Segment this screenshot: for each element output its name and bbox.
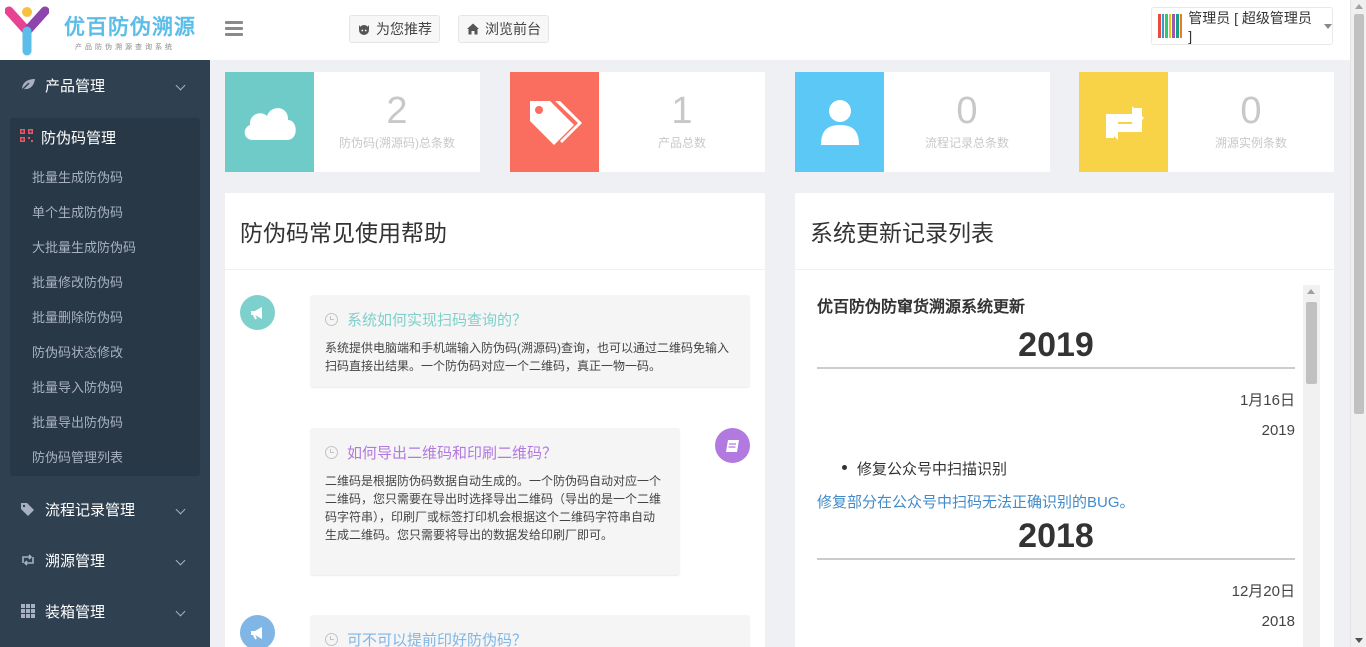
sidebar-item-anticounterfeit[interactable]: 防伪码管理 bbox=[10, 118, 200, 156]
retweet-icon bbox=[1079, 72, 1168, 172]
stat-value: 0 bbox=[1240, 90, 1262, 132]
clock-icon bbox=[325, 446, 338, 459]
stat-label: 溯源实例条数 bbox=[1214, 136, 1287, 150]
recommend-button[interactable]: 为您推荐 bbox=[349, 15, 440, 43]
clock-icon bbox=[325, 313, 338, 326]
megaphone-icon bbox=[240, 615, 275, 647]
submenu-batch-export[interactable]: 批量导出防伪码 bbox=[32, 412, 123, 431]
update-list-item: 修复公众号中扫描识别 bbox=[817, 458, 1295, 479]
sidebar-item-traceability[interactable]: 溯源管理 bbox=[0, 535, 210, 585]
scroll-down-icon[interactable] bbox=[1355, 638, 1363, 643]
menu-toggle-icon[interactable] bbox=[225, 21, 243, 37]
sidebar-item-label: 流程记录管理 bbox=[45, 501, 136, 519]
github-icon bbox=[359, 25, 369, 35]
chevron-down-icon bbox=[175, 555, 186, 566]
scroll-up-icon[interactable] bbox=[1355, 4, 1363, 9]
faq-question-text: 系统如何实现扫码查询的？ bbox=[347, 312, 528, 329]
update-log-panel: 系统更新记录列表 优百防伪防窜货溯源系统更新 2019 1月16日 2019 修… bbox=[795, 193, 1334, 647]
submenu-single-generate[interactable]: 单个生成防伪码 bbox=[32, 202, 123, 221]
stat-label: 产品总数 bbox=[657, 136, 706, 150]
faq-item: 系统如何实现扫码查询的？ 系统提供电脑端和手机端输入防伪码(溯源码)查询，也可以… bbox=[310, 295, 750, 387]
faq-question[interactable]: 系统如何实现扫码查询的？ bbox=[325, 309, 735, 330]
scroll-up-icon[interactable] bbox=[1307, 289, 1315, 294]
faq-answer: 系统提供电脑端和手机端输入防伪码(溯源码)查询，也可以通过二维码免输入扫码直接出… bbox=[325, 341, 729, 373]
submenu-batch-import[interactable]: 批量导入防伪码 bbox=[32, 377, 123, 396]
logo[interactable]: 优百防伪溯源 产品防伪溯源查询系统 bbox=[0, 0, 210, 60]
user-label: 管理员 [ 超级管理员 ] bbox=[1188, 10, 1312, 44]
grid-icon bbox=[20, 603, 36, 619]
sidebar-item-process-records[interactable]: 流程记录管理 bbox=[0, 484, 210, 534]
logo-subtitle: 产品防伪溯源查询系统 bbox=[75, 44, 175, 51]
browse-frontend-button[interactable]: 浏览前台 bbox=[458, 15, 549, 43]
stat-value: 2 bbox=[386, 90, 408, 132]
submenu-code-list[interactable]: 防伪码管理列表 bbox=[32, 447, 123, 466]
stat-card-products: 1 产品总数 bbox=[510, 72, 765, 172]
faq-question[interactable]: 如何导出二维码和印刷二维码？ bbox=[325, 442, 665, 463]
chevron-down-icon bbox=[175, 80, 186, 91]
stat-label: 防伪码(溯源码)总条数 bbox=[339, 136, 455, 150]
update-link[interactable]: 修复部分在公众号中扫码无法正确识别的BUG。 bbox=[817, 491, 1295, 512]
faq-item: 可不可以提前印好防伪码？ bbox=[310, 615, 750, 647]
sidebar-item-label: 装箱管理 bbox=[45, 603, 106, 621]
chevron-down-icon bbox=[175, 504, 186, 515]
page-scrollbar[interactable] bbox=[1350, 0, 1366, 647]
chevron-down-icon bbox=[175, 606, 186, 617]
tags-icon bbox=[20, 501, 36, 517]
update-date: 1月16日 bbox=[1239, 392, 1295, 409]
sidebar-item-label: 溯源管理 bbox=[45, 552, 106, 570]
update-year: 2018 bbox=[817, 518, 1295, 560]
stat-card-trace-instances: 0 溯源实例条数 bbox=[1079, 72, 1334, 172]
avatar bbox=[1158, 14, 1183, 38]
sidebar-item-label: 防伪码管理 bbox=[41, 129, 117, 147]
faq-panel: 防伪码常见使用帮助 系统如何实现扫码查询的？ 系统提供电脑端和手机端输入防伪码(… bbox=[225, 193, 765, 647]
logo-icon bbox=[5, 6, 49, 56]
stat-card-process-records: 0 流程记录总条数 bbox=[795, 72, 1050, 172]
sidebar-item-product[interactable]: 产品管理 bbox=[0, 60, 210, 110]
update-log-title: 系统更新记录列表 bbox=[795, 193, 1334, 270]
logo-title: 优百防伪溯源 bbox=[64, 15, 196, 39]
update-date: 12月20日 bbox=[1231, 583, 1295, 600]
faq-question-text: 可不可以提前印好防伪码？ bbox=[347, 632, 528, 647]
clock-icon bbox=[325, 633, 338, 646]
update-log-content: 优百防伪防窜货溯源系统更新 2019 1月16日 2019 修复公众号中扫描识别… bbox=[817, 291, 1295, 630]
top-header: 优百防伪溯源 产品防伪溯源查询系统 为您推荐 浏览前台 管理员 [ 超级管理员 … bbox=[0, 0, 1350, 60]
book-icon bbox=[715, 428, 750, 463]
user-menu[interactable]: 管理员 [ 超级管理员 ] bbox=[1151, 7, 1333, 45]
submenu-batch-edit[interactable]: 批量修改防伪码 bbox=[32, 272, 123, 291]
update-date-year: 2018 bbox=[1261, 613, 1295, 630]
faq-title: 防伪码常见使用帮助 bbox=[225, 193, 765, 270]
update-date-year: 2019 bbox=[1261, 422, 1295, 439]
browse-label: 浏览前台 bbox=[485, 21, 541, 37]
sidebar-item-label: 产品管理 bbox=[45, 77, 106, 95]
megaphone-icon bbox=[240, 295, 275, 330]
stat-value: 1 bbox=[671, 90, 693, 132]
submenu-batch-delete[interactable]: 批量删除防伪码 bbox=[32, 307, 123, 326]
submenu-status-edit[interactable]: 防伪码状态修改 bbox=[32, 342, 123, 361]
update-log-heading: 优百防伪防窜货溯源系统更新 bbox=[817, 299, 1026, 316]
submenu-bulk-generate[interactable]: 大批量生成防伪码 bbox=[32, 237, 136, 256]
retweet-icon bbox=[20, 552, 36, 568]
tags-icon bbox=[510, 72, 599, 172]
home-icon bbox=[467, 23, 479, 35]
chevron-down-icon bbox=[1324, 23, 1332, 29]
recommend-label: 为您推荐 bbox=[376, 21, 432, 37]
stat-card-codes: 2 防伪码(溯源码)总条数 bbox=[225, 72, 480, 172]
scroll-thumb[interactable] bbox=[1354, 14, 1364, 414]
faq-answer: 二维码是根据防伪码数据自动生成的。一个防伪码自动对应一个二维码，您只需要在导出时… bbox=[325, 474, 662, 542]
scroll-thumb[interactable] bbox=[1306, 302, 1317, 384]
qrcode-icon bbox=[20, 128, 33, 146]
faq-question-text: 如何导出二维码和印刷二维码？ bbox=[347, 445, 558, 462]
submenu-batch-generate[interactable]: 批量生成防伪码 bbox=[32, 167, 123, 186]
sidebar-item-packing[interactable]: 装箱管理 bbox=[0, 586, 210, 636]
user-icon bbox=[795, 72, 884, 172]
cloud-icon bbox=[225, 72, 314, 172]
leaf-icon bbox=[20, 77, 36, 93]
sidebar: 产品管理 防伪码管理 批量生成防伪码 单个生成防伪码 大批量生成防伪码 批量修改… bbox=[0, 60, 210, 647]
stat-label: 流程记录总条数 bbox=[924, 136, 1009, 150]
update-log-scrollbar[interactable] bbox=[1303, 285, 1320, 647]
faq-item: 如何导出二维码和印刷二维码？ 二维码是根据防伪码数据自动生成的。一个防伪码自动对… bbox=[310, 428, 680, 575]
update-year: 2019 bbox=[817, 327, 1295, 369]
stat-value: 0 bbox=[956, 90, 978, 132]
faq-question[interactable]: 可不可以提前印好防伪码？ bbox=[325, 629, 735, 647]
